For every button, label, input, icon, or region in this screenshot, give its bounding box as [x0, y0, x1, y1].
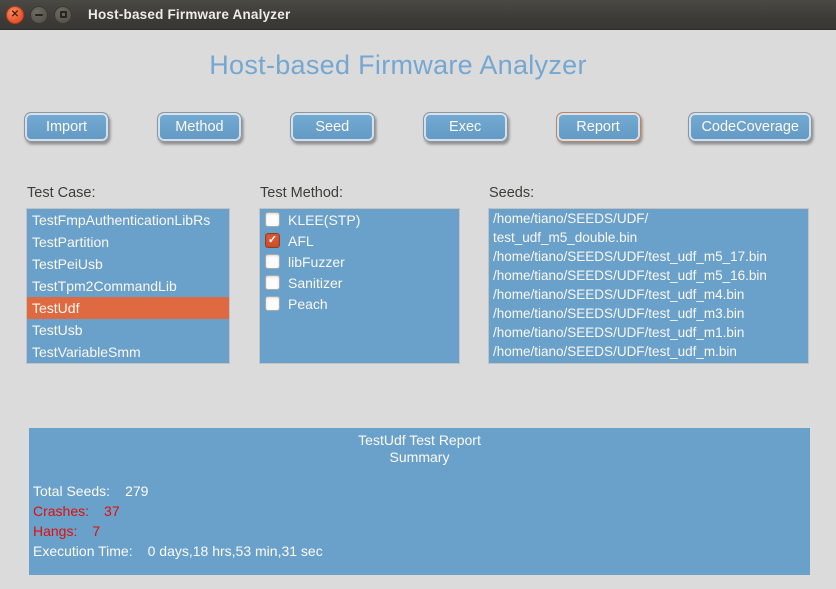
seed-item[interactable]: /home/tiano/SEEDS/UDF/test_udf_m3.bin: [489, 304, 808, 323]
checkbox-row[interactable]: KLEE(STP): [260, 209, 459, 230]
minimize-button[interactable]: [30, 6, 48, 24]
hangs-row: Hangs: 7: [33, 521, 810, 541]
checkbox-label: AFL: [288, 233, 314, 249]
total-seeds-value: 279: [125, 483, 148, 499]
test-method-list[interactable]: KLEE(STP) ✓ AFL libFuzzer Sanitizer Peac…: [260, 209, 459, 363]
checkbox-label: Peach: [288, 296, 328, 312]
hangs-label: Hangs:: [33, 523, 77, 539]
seed-item[interactable]: /home/tiano/SEEDS/UDF/test_udf_fid.bin: [489, 361, 808, 363]
list-item[interactable]: TestUsb: [27, 319, 229, 341]
report-button[interactable]: Report: [556, 112, 641, 142]
execution-time-row: Execution Time: 0 days,18 hrs,53 min,31 s…: [33, 541, 810, 561]
seeds-list[interactable]: /home/tiano/SEEDS/UDF/ test_udf_m5_doubl…: [489, 209, 808, 363]
report-rows: Total Seeds: 279 Crashes: 37 Hangs: 7 Execu…: [29, 481, 810, 561]
maximize-button[interactable]: [54, 6, 72, 24]
crashes-value: 37: [104, 503, 120, 519]
checkbox-unchecked-icon[interactable]: [265, 296, 280, 311]
seeds-label: Seeds:: [489, 185, 808, 205]
test-method-section: Test Method: KLEE(STP) ✓ AFL libFuzzer S…: [260, 185, 459, 363]
checkbox-label: Sanitizer: [288, 275, 342, 291]
titlebar: ✕ Host-based Firmware Analyzer: [0, 0, 836, 30]
method-button[interactable]: Method: [157, 112, 242, 142]
page-title: Host-based Firmware Analyzer: [0, 50, 796, 81]
checkbox-row[interactable]: ✓ AFL: [260, 230, 459, 251]
test-case-section: Test Case: TestFmpAuthenticationLibRs Te…: [27, 185, 229, 363]
close-button[interactable]: ✕: [6, 6, 24, 24]
checkbox-unchecked-icon[interactable]: [265, 254, 280, 269]
execution-time-label: Execution Time:: [33, 543, 133, 559]
list-item[interactable]: TestFmpAuthenticationLibRs: [27, 209, 229, 231]
crashes-row: Crashes: 37: [33, 501, 810, 521]
crashes-label: Crashes:: [33, 503, 89, 519]
total-seeds-label: Total Seeds:: [33, 483, 110, 499]
checkbox-checked-icon[interactable]: ✓: [265, 233, 280, 248]
exec-button[interactable]: Exec: [423, 112, 508, 142]
checkbox-unchecked-icon[interactable]: [265, 275, 280, 290]
execution-time-value: 0 days,18 hrs,53 min,31 sec: [148, 543, 323, 559]
seed-item[interactable]: /home/tiano/SEEDS/UDF/test_udf_m4.bin: [489, 285, 808, 304]
import-button[interactable]: Import: [24, 112, 109, 142]
checkbox-row[interactable]: libFuzzer: [260, 251, 459, 272]
test-method-label: Test Method:: [260, 185, 459, 205]
seed-item[interactable]: /home/tiano/SEEDS/UDF/test_udf_m5_17.bin: [489, 247, 808, 266]
total-seeds-row: Total Seeds: 279: [33, 481, 810, 501]
seed-button[interactable]: Seed: [290, 112, 375, 142]
list-item[interactable]: TestVariableSmm: [27, 341, 229, 363]
list-item-selected[interactable]: TestUdf: [27, 297, 229, 319]
window-title: Host-based Firmware Analyzer: [88, 7, 290, 22]
toolbar: Import Method Seed Exec Report CodeCover…: [24, 112, 812, 142]
test-case-list[interactable]: TestFmpAuthenticationLibRs TestPartition…: [27, 209, 229, 363]
report-title: TestUdf Test Report: [29, 432, 810, 449]
seed-item[interactable]: /home/tiano/SEEDS/UDF/test_udf_m1.bin: [489, 323, 808, 342]
test-case-label: Test Case:: [27, 185, 229, 205]
hangs-value: 7: [92, 523, 100, 539]
list-item[interactable]: TestPeiUsb: [27, 253, 229, 275]
list-item[interactable]: TestTpm2CommandLib: [27, 275, 229, 297]
checkbox-row[interactable]: Peach: [260, 293, 459, 314]
minimize-icon: [35, 14, 43, 16]
checkbox-row[interactable]: Sanitizer: [260, 272, 459, 293]
checkbox-label: KLEE(STP): [288, 212, 360, 228]
seed-item[interactable]: /home/tiano/SEEDS/UDF/ test_udf_m5_doubl…: [489, 209, 808, 247]
report-subtitle: Summary: [29, 449, 810, 466]
seed-item[interactable]: /home/tiano/SEEDS/UDF/test_udf_m.bin: [489, 342, 808, 361]
close-icon: ✕: [11, 10, 19, 20]
checkbox-label: libFuzzer: [288, 254, 345, 270]
checkbox-unchecked-icon[interactable]: [265, 212, 280, 227]
codecoverage-button[interactable]: CodeCoverage: [688, 112, 812, 142]
seeds-section: Seeds: /home/tiano/SEEDS/UDF/ test_udf_m…: [489, 185, 808, 363]
report-panel: TestUdf Test Report Summary Total Seeds:…: [29, 428, 810, 575]
window-controls: ✕: [6, 6, 72, 24]
list-item[interactable]: TestPartition: [27, 231, 229, 253]
seed-item[interactable]: /home/tiano/SEEDS/UDF/test_udf_m5_16.bin: [489, 266, 808, 285]
maximize-icon: [60, 11, 67, 18]
